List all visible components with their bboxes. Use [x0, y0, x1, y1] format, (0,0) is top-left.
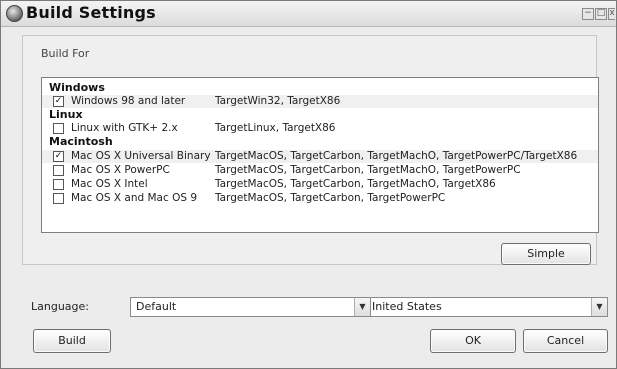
platform-targets: TargetMacOS, TargetCarbon, TargetPowerPC [215, 192, 446, 204]
cancel-button[interactable]: Cancel [523, 329, 608, 353]
simple-button[interactable]: Simple [501, 243, 591, 265]
platform-label: Mac OS X and Mac OS 9 [71, 192, 198, 204]
platform-list: Windows ✓ Windows 98 and later TargetWin… [41, 77, 599, 233]
title-bar[interactable]: Build Settings − □ x [1, 1, 616, 27]
platform-row-mac-powerpc[interactable]: Mac OS X PowerPC TargetMacOS, TargetCarb… [42, 164, 598, 177]
platform-targets: TargetMacOS, TargetCarbon, TargetMachO, … [215, 164, 521, 176]
build-for-label: Build For [41, 47, 90, 60]
platform-label: Linux with GTK+ 2.x [71, 122, 178, 134]
section-windows: Windows [49, 81, 105, 94]
checkbox[interactable] [53, 179, 64, 190]
language-label: Language: [31, 300, 89, 313]
platform-row-windows-98[interactable]: ✓ Windows 98 and later TargetWin32, Targ… [42, 95, 598, 108]
chevron-down-icon[interactable]: ▼ [354, 298, 370, 316]
minimize-icon[interactable]: − [582, 8, 594, 20]
build-button[interactable]: Build [33, 329, 111, 353]
platform-label: Windows 98 and later [71, 95, 186, 107]
build-settings-window: Build Settings − □ x Build For Windows ✓… [0, 0, 617, 369]
language-select[interactable]: Default ▼ [130, 297, 371, 317]
language-value: Default [136, 300, 177, 313]
checkbox[interactable] [53, 123, 64, 134]
checkbox[interactable] [53, 165, 64, 176]
section-macintosh: Macintosh [49, 135, 113, 148]
platform-label: Mac OS X PowerPC [71, 164, 170, 176]
ok-button[interactable]: OK [430, 329, 516, 353]
platform-targets: TargetWin32, TargetX86 [215, 95, 341, 107]
app-icon [6, 5, 23, 22]
platform-row-mac-os9[interactable]: Mac OS X and Mac OS 9 TargetMacOS, Targe… [42, 192, 598, 205]
platform-targets: TargetMacOS, TargetCarbon, TargetMachO, … [215, 178, 496, 190]
chevron-down-icon[interactable]: ▼ [591, 298, 607, 316]
platform-row-mac-intel[interactable]: Mac OS X Intel TargetMacOS, TargetCarbon… [42, 178, 598, 191]
maximize-icon[interactable]: □ [595, 8, 607, 20]
checkbox[interactable]: ✓ [53, 96, 64, 107]
platform-targets: TargetMacOS, TargetCarbon, TargetMachO, … [215, 150, 578, 162]
close-icon[interactable]: x [608, 8, 615, 20]
platform-row-mac-universal[interactable]: ✓ Mac OS X Universal Binary TargetMacOS,… [42, 150, 598, 163]
checkbox[interactable]: ✓ [53, 151, 64, 162]
platform-label: Mac OS X Universal Binary [71, 150, 211, 162]
window-title: Build Settings [26, 3, 156, 22]
region-value: Inited States [372, 300, 442, 313]
region-select[interactable]: Inited States ▼ [370, 297, 608, 317]
section-linux: Linux [49, 108, 83, 121]
platform-targets: TargetLinux, TargetX86 [215, 122, 336, 134]
checkbox[interactable] [53, 193, 64, 204]
platform-row-linux-gtk[interactable]: Linux with GTK+ 2.x TargetLinux, TargetX… [42, 122, 598, 135]
platform-label: Mac OS X Intel [71, 178, 148, 190]
